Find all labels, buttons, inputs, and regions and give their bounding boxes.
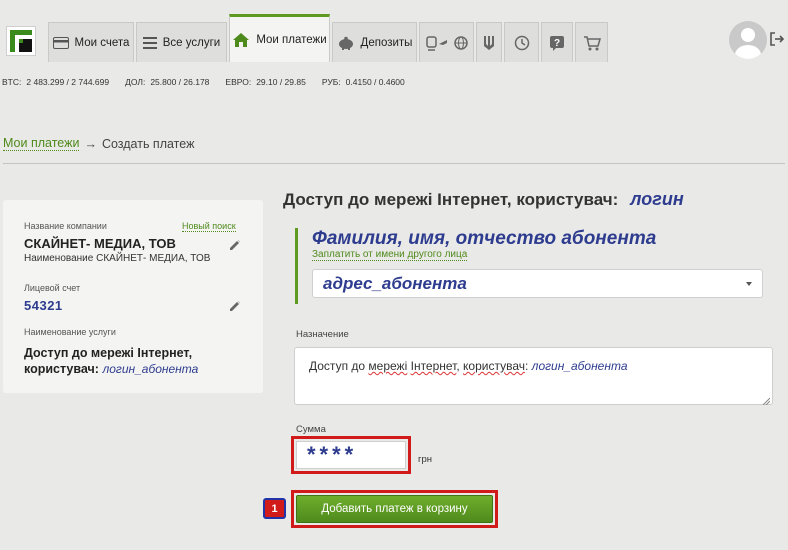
home-icon [232, 32, 250, 48]
account-label: Лицевой счет [24, 283, 81, 293]
help-icon: ? [549, 35, 565, 51]
page-title: Доступ до мережі Інтернет, користувач: ло… [283, 189, 684, 209]
currency-label: грн [418, 454, 432, 465]
cart-icon [583, 35, 601, 51]
new-search-link[interactable]: Новый поиск [182, 221, 236, 232]
piggy-bank-icon [337, 36, 355, 50]
edit-company-icon[interactable] [228, 237, 240, 250]
tab-history[interactable] [504, 22, 539, 62]
user-avatar[interactable] [729, 21, 767, 59]
company-name: СКАЙНЕТ- МЕДИА, ТОВ [24, 236, 176, 251]
tab-transport[interactable] [419, 22, 474, 62]
breadcrumb-current: Создать платеж [101, 136, 195, 151]
payment-summary-card: Название компании Новый поиск СКАЙНЕТ- М… [3, 200, 263, 393]
breadcrumb-arrow: → [84, 136, 97, 151]
tab-government[interactable] [476, 22, 502, 62]
tab-label: Депозиты [360, 36, 413, 49]
currency-rates: BTC: 2 483.299 / 2 744.699 ДОЛ: 25.800 / 2… [2, 77, 405, 87]
add-payment-to-cart-button[interactable]: Добавить платеж в корзину [296, 495, 493, 523]
breadcrumb: Мои платежи → Создать платеж [3, 136, 194, 151]
globe-icon [453, 35, 468, 50]
tab-deposits[interactable]: Депозиты [332, 22, 417, 62]
service-name: Доступ до мережі Інтернет, користувач: л… [24, 346, 199, 376]
tab-label: Все услуги [162, 36, 221, 49]
account-number: 54321 [24, 298, 63, 313]
sum-highlight: **** [291, 436, 411, 474]
list-icon [142, 36, 157, 49]
resize-grip-icon[interactable] [762, 394, 771, 406]
payer-full-name: Фамилия, имя, отчество абонента [312, 228, 657, 249]
purpose-textarea[interactable]: Доступ до мережі Інтернет, користувач: л… [294, 347, 773, 406]
step-badge: 1 [263, 498, 286, 519]
tab-all-services[interactable]: Все услуги [136, 22, 227, 62]
rate-rub: РУБ: 0.4150 / 0.4600 [321, 77, 405, 87]
top-navigation: Мои счета Все услуги Мои платежи Депозит… [0, 0, 788, 62]
transport-icon [425, 35, 448, 51]
submit-highlight: Добавить платеж в корзину [291, 490, 498, 528]
tab-my-accounts[interactable]: Мои счета [48, 22, 134, 62]
address-value: адрес_абонента [323, 273, 467, 293]
history-icon [514, 35, 530, 51]
address-select[interactable]: адрес_абонента [312, 269, 763, 298]
logout-icon[interactable] [769, 31, 785, 47]
company-full-name: Наименование СКАЙНЕТ- МЕДИА, ТОВ [24, 253, 211, 264]
privatbank-logo[interactable] [6, 26, 36, 56]
rate-btc: BTC: 2 483.299 / 2 744.699 [2, 77, 110, 87]
purpose-label: Назначение [296, 329, 349, 340]
chevron-down-icon [746, 281, 752, 286]
service-login: логин_абонента [102, 362, 199, 376]
card-icon [52, 36, 69, 49]
rate-eur: ЕВРО: 29.10 / 29.85 [225, 77, 306, 87]
trident-icon [483, 35, 495, 51]
purpose-login: логин_абонента [531, 359, 628, 373]
service-label: Наименование услуги [24, 327, 116, 337]
tab-my-payments[interactable]: Мои платежи [229, 14, 330, 62]
edit-account-icon[interactable] [228, 298, 240, 311]
tab-cart[interactable] [575, 22, 608, 62]
company-label: Название компании [24, 221, 107, 231]
sum-input[interactable]: **** [296, 441, 406, 469]
tab-help[interactable]: ? [541, 22, 573, 62]
rate-usd: ДОЛ: 25.800 / 26.178 [125, 77, 210, 87]
pay-for-other-person-link[interactable]: Заплатить от имени другого лица [312, 249, 468, 261]
title-login: логин [630, 189, 684, 209]
tab-label: Мои платежи [256, 33, 327, 46]
payer-block: Фамилия, имя, отчество абонента Заплатит… [295, 228, 773, 304]
tab-label: Мои счета [74, 36, 130, 49]
sum-label: Сумма [296, 424, 326, 435]
svg-text:?: ? [554, 38, 560, 49]
divider [3, 163, 785, 164]
breadcrumb-my-payments-link[interactable]: Мои платежи [3, 136, 80, 151]
